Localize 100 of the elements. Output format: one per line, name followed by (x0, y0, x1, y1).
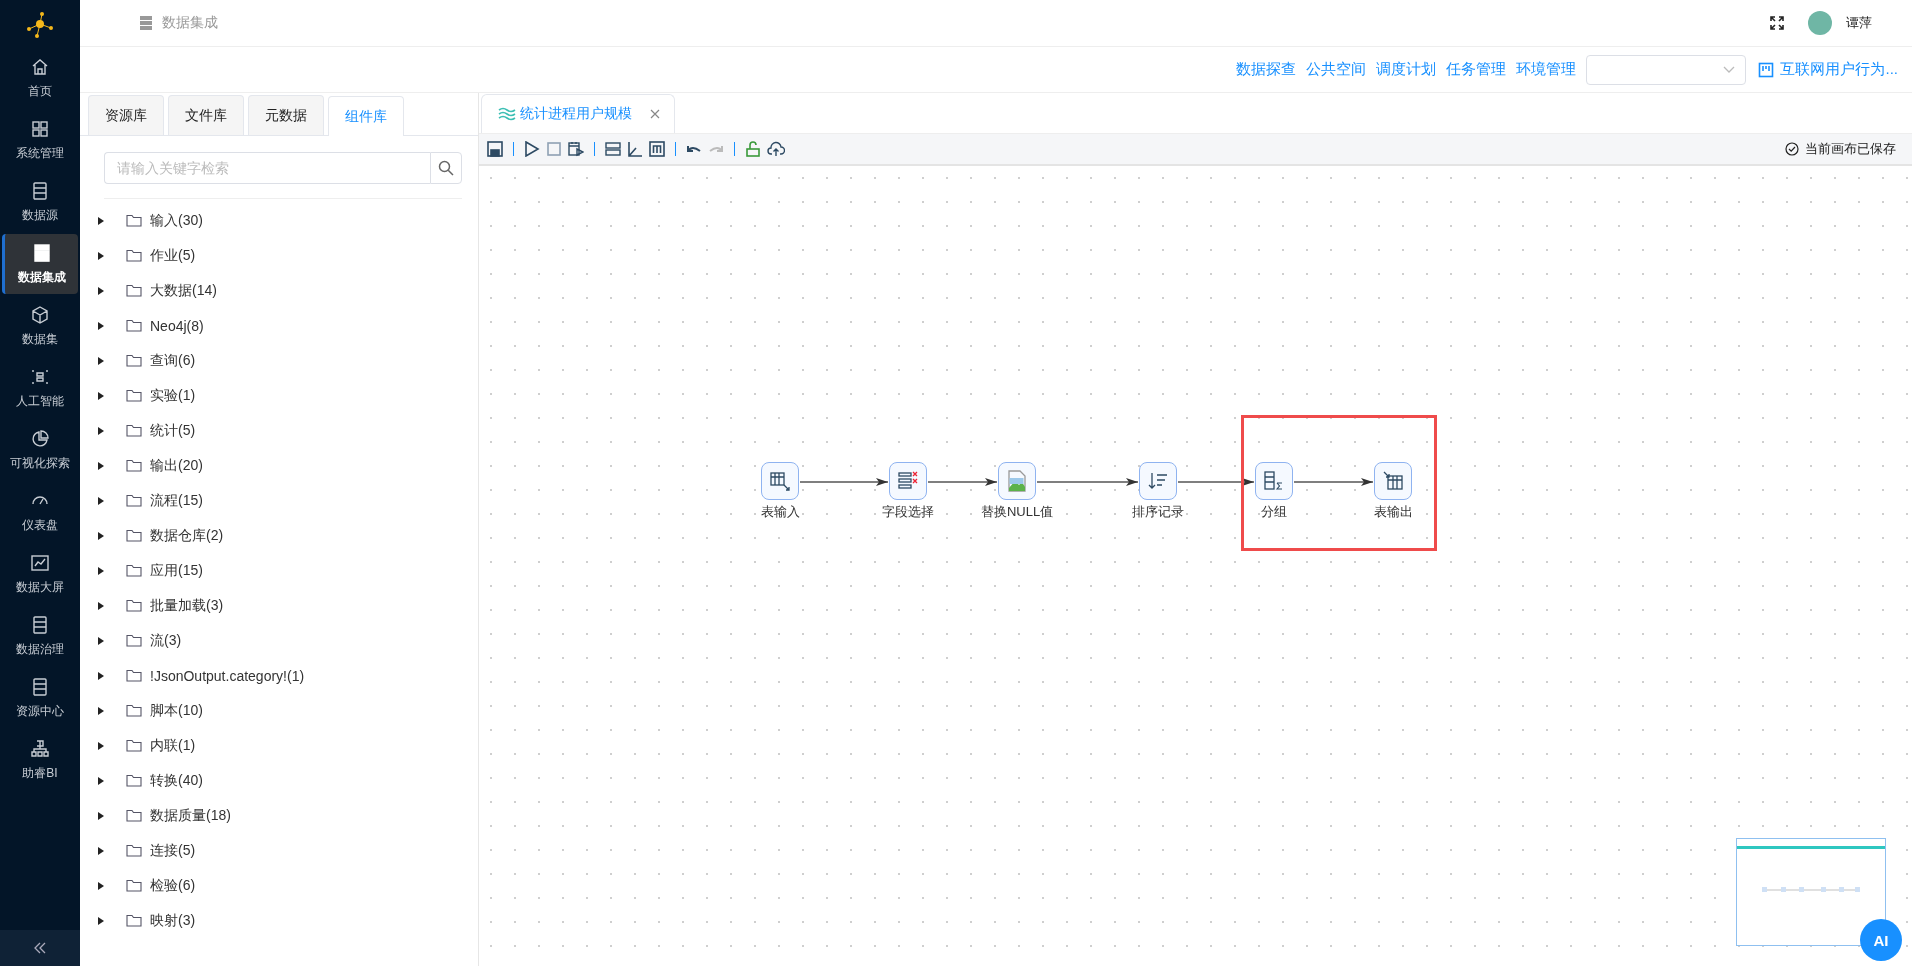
folder-icon (126, 424, 142, 437)
sidebar-item[interactable]: 数据治理 (2, 606, 78, 666)
folder-icon (126, 914, 142, 927)
tree-item[interactable]: 流(3) (150, 631, 182, 650)
folder-icon (126, 844, 142, 857)
node-sort-icon[interactable] (1139, 462, 1177, 500)
cloud-upload-icon[interactable] (767, 141, 785, 157)
search-button[interactable] (430, 152, 462, 184)
node-label: 表输出 (1373, 503, 1413, 521)
sidebar-item[interactable]: 可视化探索 (2, 420, 78, 480)
sidebar-item[interactable]: 仪表盘 (2, 482, 78, 542)
save-icon[interactable] (487, 141, 503, 157)
tree-item[interactable]: 实验(1) (150, 386, 196, 405)
tree-item[interactable]: 作业(5) (150, 246, 196, 265)
tree-item[interactable]: 映射(3) (150, 911, 196, 930)
unlock-icon[interactable] (745, 141, 761, 157)
caret-icon[interactable] (98, 496, 104, 505)
tree-item[interactable]: 查询(6) (150, 351, 196, 370)
caret-icon[interactable] (98, 216, 104, 225)
node-group-icon[interactable] (1255, 462, 1293, 500)
caret-icon[interactable] (98, 811, 104, 820)
org-chart-icon (30, 738, 50, 759)
caret-icon[interactable] (98, 286, 104, 295)
tree-item[interactable]: 应用(15) (150, 561, 203, 580)
close-icon[interactable] (650, 109, 660, 119)
sidebar-item[interactable]: 数据集 (2, 296, 78, 356)
caret-icon[interactable] (98, 846, 104, 855)
folder-icon (126, 809, 142, 822)
double-chevron-left-icon (33, 942, 47, 954)
rows-icon[interactable] (605, 141, 621, 157)
folder-icon (126, 214, 142, 227)
caret-icon[interactable] (98, 391, 104, 400)
caret-icon[interactable] (98, 461, 104, 470)
tree-item[interactable]: 检验(6) (150, 876, 196, 895)
tree-item[interactable]: 数据仓库(2) (150, 526, 224, 545)
caret-icon[interactable] (98, 706, 104, 715)
home-icon (30, 56, 50, 77)
sidebar-item[interactable]: 资源中心 (2, 668, 78, 728)
node-input-icon[interactable] (761, 462, 799, 500)
board-icon (1758, 61, 1775, 78)
breadcrumb: 数据集成 (162, 14, 218, 32)
m-square-icon[interactable] (649, 141, 665, 157)
folder-icon (126, 564, 142, 577)
folder-icon (126, 284, 142, 297)
sidebar-item[interactable]: 数据大屏 (2, 544, 78, 604)
panel-tab[interactable]: 资源库 (88, 95, 164, 135)
axis-icon[interactable] (627, 141, 643, 157)
pie-chart-icon (30, 428, 50, 449)
tree-item[interactable]: 输出(20) (150, 456, 203, 475)
tree-item[interactable]: 统计(5) (150, 421, 196, 440)
caret-icon[interactable] (98, 741, 104, 750)
caret-icon[interactable] (98, 356, 104, 365)
tree-item[interactable]: 批量加载(3) (150, 596, 224, 615)
tree-item[interactable]: 输入(30) (150, 211, 203, 230)
panel-tab[interactable]: 文件库 (168, 95, 244, 135)
folder-icon (126, 319, 142, 332)
caret-icon[interactable] (98, 601, 104, 610)
node-output-icon[interactable] (1374, 462, 1412, 500)
panel-tab[interactable]: 元数据 (248, 95, 324, 135)
caret-icon[interactable] (98, 251, 104, 260)
node-select-icon[interactable] (889, 462, 927, 500)
sidebar-item[interactable]: 数据源 (2, 172, 78, 232)
tree-item[interactable]: 数据质量(18) (150, 806, 231, 825)
sidebar-item[interactable]: 数据集成 (2, 234, 78, 294)
caret-icon[interactable] (98, 426, 104, 435)
node-image-icon[interactable] (998, 462, 1036, 500)
caret-icon[interactable] (98, 776, 104, 785)
search-icon (438, 160, 454, 176)
folder-icon (126, 879, 142, 892)
sidebar-item[interactable]: 人工智能 (2, 358, 78, 418)
caret-icon[interactable] (98, 916, 104, 925)
sidebar-item[interactable]: 首页 (2, 48, 78, 108)
caret-icon[interactable] (98, 636, 104, 645)
caret-icon[interactable] (98, 531, 104, 540)
caret-icon[interactable] (98, 566, 104, 575)
calendar-play-icon[interactable] (568, 141, 584, 157)
play-icon[interactable] (524, 141, 540, 157)
folder-icon (126, 354, 142, 367)
tree-item[interactable]: 转换(40) (150, 771, 203, 790)
tree-item[interactable]: !JsonOutput.category!(1) (150, 667, 305, 684)
tree-item[interactable]: 脚本(10) (150, 701, 203, 720)
sidebar-item[interactable]: 助睿BI (2, 730, 78, 790)
tree-item[interactable]: 连接(5) (150, 841, 196, 860)
search-field[interactable]: 请输入关键字检索 (104, 152, 430, 184)
sidebar-item[interactable]: 系统管理 (2, 110, 78, 170)
fullscreen-icon[interactable] (1770, 16, 1784, 30)
chevron-down-icon (1723, 65, 1736, 74)
node-label: 排序记录 (1132, 503, 1184, 521)
caret-icon[interactable] (98, 671, 104, 680)
caret-icon[interactable] (98, 881, 104, 890)
caret-icon[interactable] (98, 321, 104, 330)
user-name[interactable]: 谭萍 (1846, 14, 1872, 32)
folder-icon (126, 634, 142, 647)
tree-item[interactable]: 大数据(14) (150, 281, 217, 300)
tree-item[interactable]: 内联(1) (150, 736, 196, 755)
check-circle-icon (1785, 142, 1799, 156)
folder-icon (126, 249, 142, 262)
tree-item[interactable]: Neo4j(8) (150, 317, 204, 334)
tree-item[interactable]: 流程(15) (150, 491, 203, 510)
folder-icon (126, 529, 142, 542)
